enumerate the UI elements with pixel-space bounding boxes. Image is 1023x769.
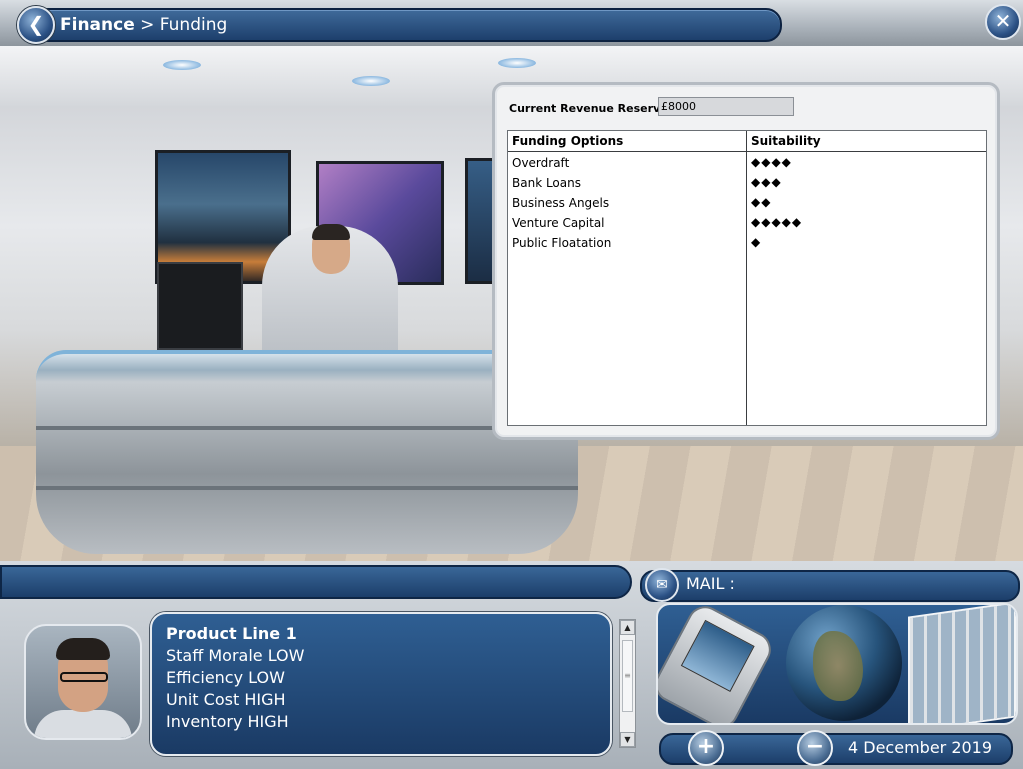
suitability-rating: ◆◆◆◆	[751, 155, 792, 169]
plus-icon[interactable]: +	[688, 730, 724, 766]
envelope-icon[interactable]: ✉	[645, 568, 679, 602]
reserves-value-field: £8000	[658, 97, 794, 116]
ceiling-lamp	[352, 76, 390, 86]
suitability-rating: ◆◆◆◆◆	[751, 215, 803, 229]
message-scrollbar[interactable]: ▲ ≡ ▼	[619, 619, 636, 748]
avatar-shirt	[34, 710, 132, 738]
office-building-icon[interactable]	[908, 605, 1016, 723]
funding-option-name: Public Floatation	[512, 236, 612, 250]
breadcrumb-separator: >	[134, 15, 160, 35]
table-row[interactable]: Bank Loans ◆◆◆	[508, 173, 986, 193]
reserves-label: Current Revenue Reserves	[509, 102, 675, 115]
scroll-up-icon[interactable]: ▲	[620, 620, 635, 635]
scroll-thumb[interactable]: ≡	[622, 640, 633, 712]
breadcrumb: Finance > Funding	[60, 15, 227, 35]
table-row[interactable]: Business Angels ◆◆	[508, 193, 986, 213]
message-line: Efficiency LOW	[166, 668, 285, 687]
desk-rail	[36, 486, 578, 490]
advisor-avatar[interactable]	[24, 624, 142, 740]
close-x-icon[interactable]: ✕	[985, 4, 1021, 40]
funding-option-name: Business Angels	[512, 196, 610, 210]
pda-icon[interactable]	[658, 605, 778, 723]
avatar-hair	[56, 638, 110, 660]
breadcrumb-page: Funding	[159, 15, 228, 35]
funding-option-name: Overdraft	[512, 156, 570, 170]
game-date: 4 December 2019	[848, 738, 993, 757]
back-arrow-icon[interactable]: ❮	[17, 6, 55, 44]
funding-panel: Current Revenue Reserves £8000 Funding O…	[492, 82, 1000, 440]
table-row[interactable]: Overdraft ◆◆◆◆	[508, 153, 986, 173]
funding-option-name: Bank Loans	[512, 176, 581, 190]
pda-screen	[680, 619, 755, 693]
status-bar	[0, 565, 632, 599]
message-line: Inventory HIGH	[166, 712, 289, 731]
funding-options-table: Funding Options Suitability Overdraft ◆◆…	[507, 130, 987, 426]
game-screen: Finance > Funding ❮ ✕ Current Revenue Re…	[0, 0, 1023, 769]
table-row[interactable]: Venture Capital ◆◆◆◆◆	[508, 213, 986, 233]
minus-icon[interactable]: −	[797, 730, 833, 766]
table-row[interactable]: Public Floatation ◆	[508, 233, 986, 253]
table-header: Funding Options Suitability	[508, 131, 986, 152]
message-line: Staff Morale LOW	[166, 646, 305, 665]
desk-monitor	[157, 262, 243, 350]
message-line: Unit Cost HIGH	[166, 690, 286, 709]
breadcrumb-bar: Finance > Funding	[30, 8, 782, 42]
column-header-suitability[interactable]: Suitability	[751, 134, 821, 148]
suitability-rating: ◆◆	[751, 195, 772, 209]
suitability-rating: ◆◆◆	[751, 175, 782, 189]
navigation-gadgets	[656, 603, 1018, 725]
advisor-hair	[312, 224, 350, 240]
mail-label: MAIL :	[686, 574, 735, 593]
advisor-message-box: Product Line 1 Staff Morale LOW Efficien…	[150, 612, 612, 756]
ceiling-lamp	[498, 58, 536, 68]
ceiling-lamp	[163, 60, 201, 70]
suitability-rating: ◆	[751, 235, 762, 249]
message-title: Product Line 1	[166, 624, 297, 643]
column-header-funding-options[interactable]: Funding Options	[512, 134, 623, 148]
funding-option-name: Venture Capital	[512, 216, 605, 230]
scroll-down-icon[interactable]: ▼	[620, 732, 635, 747]
breadcrumb-section[interactable]: Finance	[60, 15, 135, 35]
avatar-glasses	[60, 672, 108, 682]
